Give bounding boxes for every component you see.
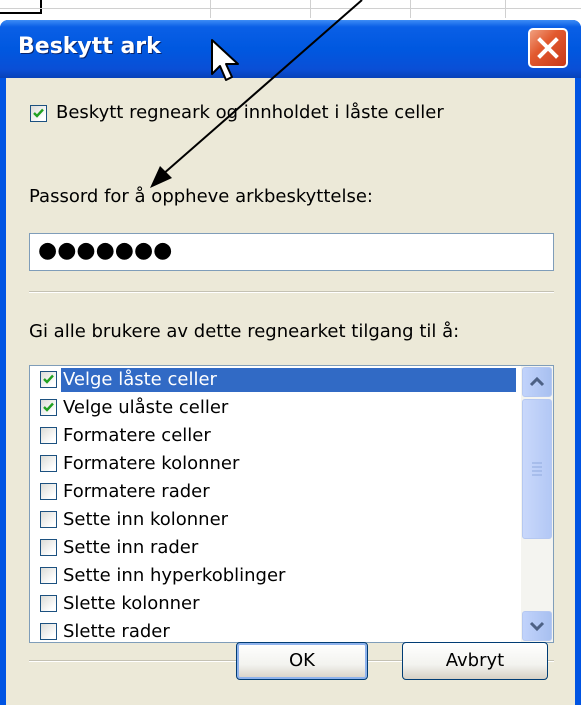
annotation-arrow-icon: [150, 0, 363, 188]
